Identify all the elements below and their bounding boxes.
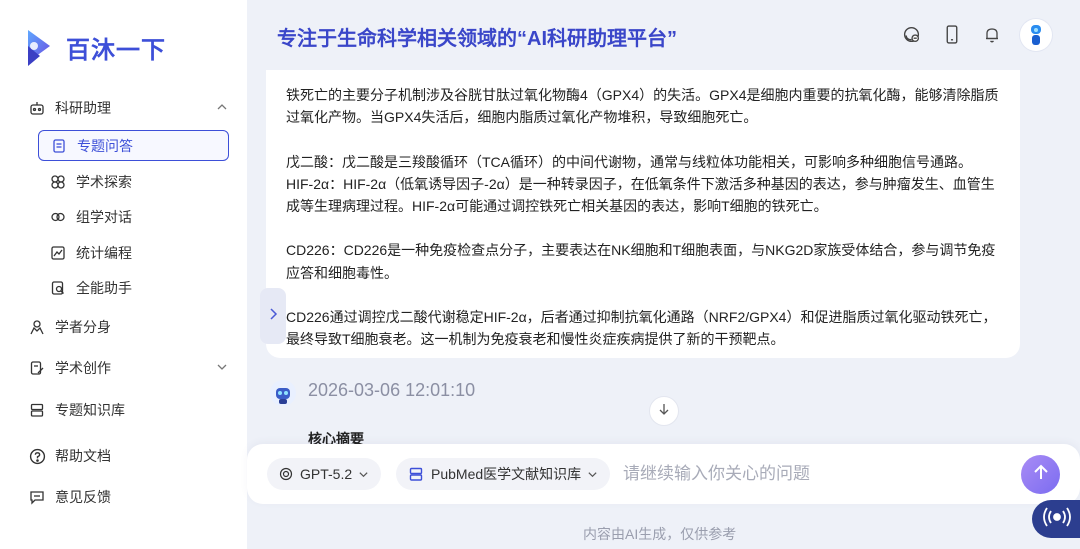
robot-icon: [28, 99, 46, 117]
logo[interactable]: 百沐一下: [24, 26, 166, 68]
sidebar-item-feedback[interactable]: 意见反馈: [28, 486, 228, 508]
edit-doc-icon: [28, 359, 46, 377]
knowledge-base-select[interactable]: PubMed医学文献知识库: [396, 458, 611, 490]
chevron-up-icon: [216, 100, 228, 116]
database-icon: [408, 466, 424, 482]
answer-paragraph: CD226通过调控戊二酸代谢稳定HIF-2α，后者通过抑制抗氧化通路（NRF2/…: [286, 309, 997, 348]
sidebar-expand-button[interactable]: [260, 288, 286, 344]
answer-paragraph: CD226：CD226是一种免疫检查点分子，主要表达在NK细胞和T细胞表面，与N…: [286, 242, 996, 281]
broadcast-icon: [1042, 507, 1072, 532]
sidebar-item-label: 帮助文档: [55, 448, 111, 464]
send-button[interactable]: [1021, 455, 1060, 494]
logo-icon: [24, 26, 54, 68]
database-icon: [28, 401, 46, 419]
search-doc-icon: [49, 279, 67, 297]
sidebar-item-knowledge-base[interactable]: 专题知识库: [28, 399, 228, 421]
sidebar-item-scholar-avatar[interactable]: 学者分身: [28, 316, 228, 338]
chevron-right-icon: [268, 307, 278, 326]
answer-paragraph: HIF-2α：HIF-2α（低氧诱导因子-2α）是一种转录因子，在低氧条件下激活…: [286, 175, 995, 215]
sidebar-item-label: 学者分身: [55, 319, 111, 335]
answer-card: 铁死亡的主要分子机制涉及谷胱甘肽过氧化物酶4（GPX4）的失活。GPX4是细胞内…: [266, 70, 1020, 358]
voice-button[interactable]: [1032, 500, 1080, 538]
openai-icon: [279, 467, 293, 481]
sidebar: 百沐一下 科研助理 专题问答 学术探索 组学对话 统计编程 全能助手 学者分身 …: [0, 0, 247, 549]
sidebar-item-omics-chat[interactable]: 组学对话: [38, 201, 229, 232]
sidebar-item-topic-qa[interactable]: 专题问答: [38, 130, 229, 161]
chevron-down-icon: [216, 360, 228, 376]
ai-disclaimer: 内容由AI生成，仅供参考: [583, 526, 737, 542]
sidebar-item-academic-creation[interactable]: 学术创作: [28, 357, 228, 379]
model-select-value: GPT-5.2: [300, 466, 353, 482]
model-select[interactable]: GPT-5.2: [267, 458, 382, 490]
chat-input[interactable]: [623, 460, 1003, 488]
scroll-to-bottom-button[interactable]: [649, 396, 679, 426]
bot-avatar: [268, 378, 298, 408]
sidebar-item-label: 统计编程: [76, 244, 132, 261]
mobile-icon[interactable]: [942, 24, 962, 44]
sidebar-item-label: 学术探索: [76, 173, 132, 190]
scholar-icon: [28, 318, 46, 336]
sidebar-item-label: 意见反馈: [55, 489, 111, 505]
sidebar-item-research-assistant[interactable]: 科研助理: [28, 97, 228, 119]
sidebar-item-help-docs[interactable]: 帮助文档: [28, 445, 228, 467]
avatar[interactable]: [1020, 19, 1052, 51]
sidebar-item-label: 组学对话: [76, 208, 132, 225]
sidebar-item-label: 专题问答: [77, 137, 133, 154]
chevron-down-icon: [358, 469, 369, 480]
customer-service-icon[interactable]: [901, 24, 921, 44]
sidebar-item-all-round-assistant[interactable]: 全能助手: [38, 272, 229, 303]
arrow-down-icon: [658, 402, 670, 421]
compass-icon: [49, 173, 67, 191]
arrow-up-icon: [1033, 463, 1049, 486]
feedback-icon: [28, 488, 46, 506]
sidebar-item-label: 全能助手: [76, 279, 132, 296]
answer-paragraph: 铁死亡的主要分子机制涉及谷胱甘肽过氧化物酶4（GPX4）的失活。GPX4是细胞内…: [286, 87, 999, 126]
sidebar-item-label: 学术创作: [55, 360, 111, 376]
message-timestamp: 2026-03-06 12:01:10: [308, 380, 476, 400]
sidebar-item-academic-explore[interactable]: 学术探索: [38, 166, 229, 197]
document-list-icon: [50, 137, 68, 155]
sidebar-item-label: 专题知识库: [55, 402, 125, 418]
help-circle-icon: [28, 447, 46, 465]
bell-icon[interactable]: [982, 24, 1002, 44]
knowledge-base-select-value: PubMed医学文献知识库: [431, 466, 582, 482]
sidebar-item-label: 科研助理: [55, 100, 111, 116]
chart-icon: [49, 244, 67, 262]
sidebar-item-stats-programming[interactable]: 统计编程: [38, 237, 229, 268]
link-chat-icon: [49, 208, 67, 226]
answer-paragraph: 戊二酸：戊二酸是三羧酸循环（TCA循环）的中间代谢物，通常与线粒体功能相关，可影…: [286, 153, 972, 170]
brand-name: 百沐一下: [66, 36, 166, 64]
page-title: 专注于生命科学相关领域的“AI科研助理平台”: [277, 28, 677, 50]
chat-input-bar: GPT-5.2 PubMed医学文献知识库: [247, 444, 1080, 504]
chevron-down-icon: [587, 469, 598, 480]
